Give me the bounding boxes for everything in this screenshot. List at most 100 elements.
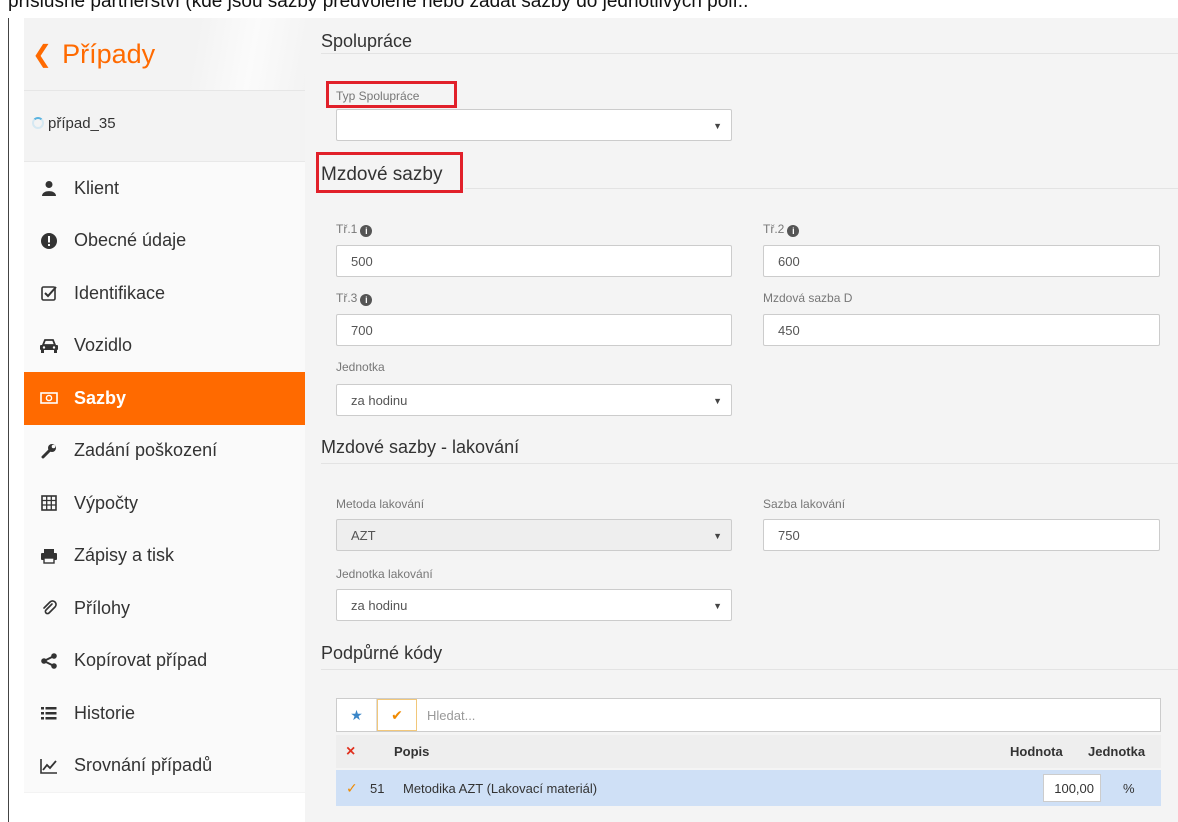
- line-chart-icon: [38, 756, 60, 776]
- dropdown-caret-icon: ▼: [713, 121, 722, 131]
- calculator-icon: [38, 493, 60, 513]
- sidebar-item-label: Přílohy: [74, 597, 131, 618]
- sidebar-item-label: Kopírovat případ: [74, 650, 208, 671]
- case-indicator: případ_35: [24, 90, 305, 155]
- list-icon: [38, 703, 60, 723]
- paperclip-icon: [38, 598, 60, 618]
- highlight-box-wage-rates: [316, 152, 463, 193]
- paint-rate-input[interactable]: 750: [763, 519, 1160, 551]
- user-icon: [38, 178, 60, 198]
- info-icon[interactable]: i: [787, 225, 800, 237]
- tr3-label-text: Tř.3: [336, 291, 358, 305]
- sidebar-item-label: Identifikace: [74, 282, 166, 303]
- tr1-label-text: Tř.1: [336, 222, 358, 236]
- row-code: 51: [370, 780, 385, 796]
- sidebar-item-vozidlo[interactable]: Vozidlo: [24, 320, 305, 373]
- back-label: Případy: [62, 38, 156, 69]
- exclamation-circle-icon: [38, 231, 60, 251]
- sidebar-item-zapisy-a-tisk[interactable]: Zápisy a tisk: [24, 530, 305, 583]
- instruction-text-cut: příslušné partnerství (kde jsou sazby př…: [8, 0, 749, 12]
- table-row[interactable]: ✓ 51 Metodika AZT (Lakovací materiál) 10…: [336, 770, 1161, 806]
- section-title-support-codes: Podpůrné kódy: [321, 643, 443, 663]
- rate-d-value: 450: [778, 322, 800, 338]
- tr3-value: 700: [351, 322, 373, 338]
- tr1-input[interactable]: 500: [336, 245, 732, 277]
- paint-method-select[interactable]: AZT ▼: [336, 519, 732, 551]
- back-to-cases-link[interactable]: ❮ Případy: [24, 18, 305, 90]
- tr2-input[interactable]: 600: [763, 245, 1160, 277]
- sidebar-item-historie[interactable]: Historie: [24, 687, 305, 740]
- sidebar-menu: Klient Obecné údaje Identifikace Vozidlo…: [24, 161, 305, 792]
- sidebar-item-label: Zadání poškození: [74, 440, 218, 461]
- favorites-filter-button[interactable]: ★: [337, 699, 377, 731]
- sidebar-item-label: Srovnání případů: [74, 755, 213, 776]
- unit-value: za hodinu: [351, 392, 408, 408]
- wrench-icon: [38, 441, 60, 461]
- selected-filter-button[interactable]: ✔: [377, 699, 417, 731]
- sidebar: ❮ Případy případ_35 Klient Obecné údaje …: [24, 18, 305, 793]
- check-icon: ✔: [391, 706, 403, 723]
- sidebar-item-kopirovat-pripad[interactable]: Kopírovat případ: [24, 635, 305, 688]
- cooperation-type-select[interactable]: ▼: [336, 109, 732, 141]
- paint-rate-value: 750: [778, 527, 800, 543]
- star-icon: ★: [350, 706, 363, 723]
- loading-spinner-icon: [32, 117, 44, 129]
- divider: [321, 463, 1178, 464]
- sidebar-item-zadani-poskozeni[interactable]: Zadání poškození: [24, 425, 305, 478]
- paint-unit-value: za hodinu: [351, 597, 408, 613]
- row-description: Metodika AZT (Lakovací materiál): [403, 780, 598, 796]
- sidebar-item-label: Historie: [74, 702, 136, 723]
- section-title-cooperation: Spolupráce: [321, 31, 413, 51]
- check-square-icon: [38, 283, 60, 303]
- car-icon: [38, 336, 60, 356]
- support-codes-search-bar: ★ ✔ Hledat...: [336, 698, 1161, 732]
- column-header-unit[interactable]: Jednotka: [1088, 735, 1145, 768]
- divider: [321, 669, 1178, 670]
- info-icon[interactable]: i: [360, 294, 373, 306]
- tr2-label-text: Tř.2: [763, 222, 785, 236]
- tr2-label: Tř.2 i: [763, 222, 800, 237]
- sidebar-item-obecne-udaje[interactable]: Obecné údaje: [24, 215, 305, 268]
- case-name: případ_35: [48, 114, 116, 132]
- divider: [321, 53, 1178, 54]
- section-title-paint-rates: Mzdové sazby - lakování: [321, 437, 520, 457]
- paint-unit-label: Jednotka lakování: [336, 567, 433, 581]
- search-placeholder: Hledat...: [427, 707, 476, 723]
- tr3-label: Tř.3 i: [336, 291, 373, 306]
- unit-label: Jednotka: [336, 360, 385, 374]
- paint-method-value: AZT: [351, 527, 376, 543]
- main-content: Spolupráce Typ Spolupráce ▼ Mzdové sazby…: [305, 18, 1178, 822]
- sidebar-item-klient[interactable]: Klient: [24, 162, 305, 215]
- rate-d-label: Mzdová sazba D: [763, 291, 853, 305]
- info-icon[interactable]: i: [360, 225, 373, 237]
- chevron-left-icon: ❮: [32, 40, 53, 68]
- paint-unit-select[interactable]: za hodinu ▼: [336, 589, 732, 621]
- dropdown-caret-icon: ▼: [713, 396, 722, 406]
- sidebar-item-prilohy[interactable]: Přílohy: [24, 582, 305, 635]
- support-codes-table-header: × Popis Hodnota Jednotka: [336, 735, 1161, 768]
- tr1-value: 500: [351, 253, 373, 269]
- sidebar-item-label: Zápisy a tisk: [74, 545, 175, 566]
- support-codes-search-input[interactable]: Hledat...: [417, 699, 1160, 731]
- column-header-value[interactable]: Hodnota: [1010, 735, 1063, 768]
- sidebar-item-identifikace[interactable]: Identifikace: [24, 267, 305, 320]
- document-left-rule: [8, 18, 9, 822]
- tr3-input[interactable]: 700: [336, 314, 732, 346]
- sidebar-item-vypocty[interactable]: Výpočty: [24, 477, 305, 530]
- share-icon: [38, 651, 60, 671]
- row-selected-check-icon[interactable]: ✓: [346, 770, 358, 806]
- dropdown-caret-icon: ▼: [713, 601, 722, 611]
- sidebar-item-srovnani-pripadu[interactable]: Srovnání případů: [24, 740, 305, 793]
- sidebar-item-label: Sazby: [74, 387, 127, 408]
- print-icon: [38, 546, 60, 566]
- highlight-box-cooperation-type: [326, 81, 457, 108]
- column-header-description[interactable]: Popis: [394, 735, 429, 768]
- row-value-input[interactable]: 100,00: [1043, 774, 1101, 802]
- tr1-label: Tř.1 i: [336, 222, 373, 237]
- remove-all-icon[interactable]: ×: [346, 735, 355, 768]
- unit-select[interactable]: za hodinu ▼: [336, 384, 732, 416]
- sidebar-item-sazby[interactable]: Sazby: [24, 372, 305, 425]
- row-unit: %: [1123, 780, 1135, 796]
- rate-d-input[interactable]: 450: [763, 314, 1160, 346]
- sidebar-item-label: Výpočty: [74, 492, 139, 513]
